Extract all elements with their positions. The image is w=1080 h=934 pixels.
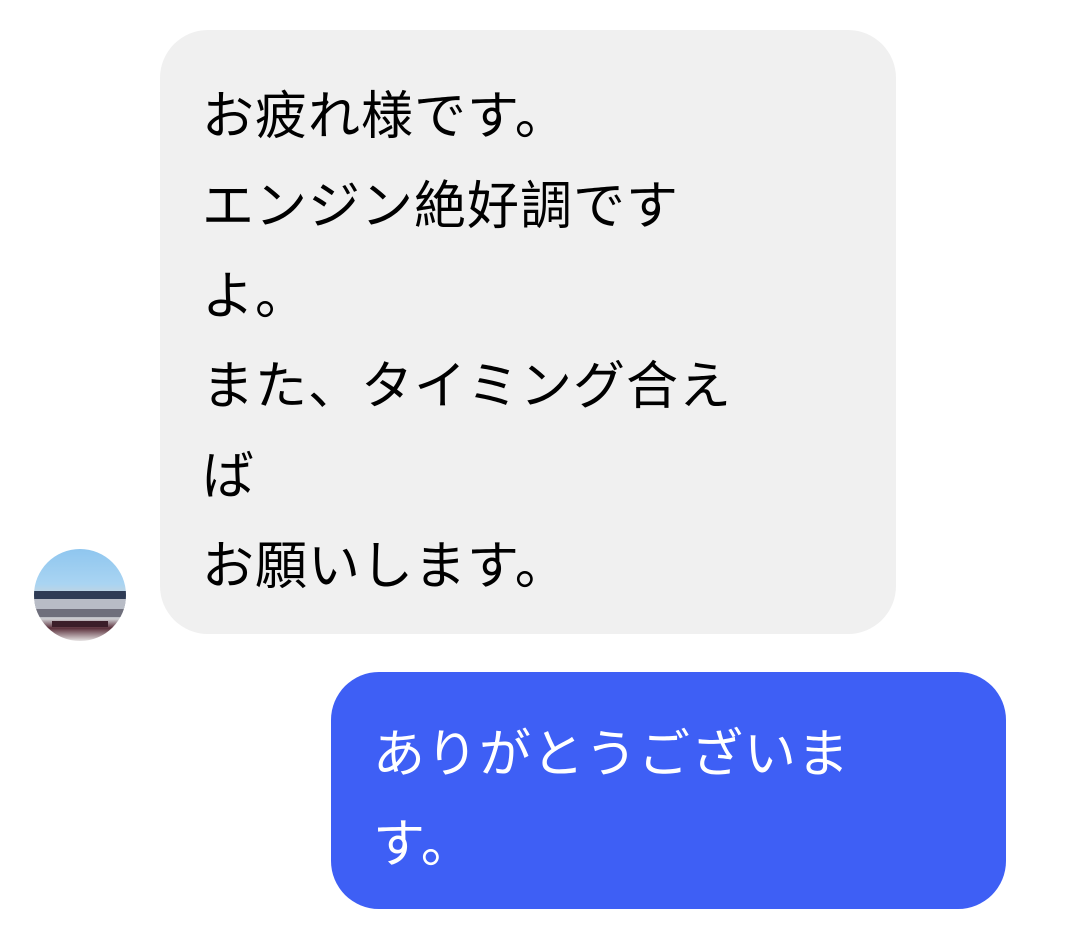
message-line: す。 <box>373 815 474 875</box>
message-line: ありがとうございま <box>373 725 851 785</box>
message-line: よ。 <box>202 267 309 327</box>
message-line: また、タイミング合え <box>202 357 733 417</box>
contact-avatar[interactable] <box>34 549 126 641</box>
incoming-message-bubble[interactable]: お疲れ様です。 エンジン絶好調です よ。 また、タイミング合え ば お願いします… <box>160 30 896 634</box>
avatar-pixel-band <box>34 609 126 617</box>
message-line: エンジン絶好調です <box>202 177 680 237</box>
avatar-pixel-band <box>34 599 126 609</box>
avatar-pixel-band <box>34 591 126 599</box>
message-line: お願いします。 <box>202 537 568 597</box>
outgoing-message-bubble[interactable]: ありがとうございま す。 <box>331 672 1006 909</box>
message-line: お疲れ様です。 <box>202 87 568 147</box>
message-line: ば <box>202 447 256 507</box>
avatar-pixel-band <box>52 621 108 627</box>
